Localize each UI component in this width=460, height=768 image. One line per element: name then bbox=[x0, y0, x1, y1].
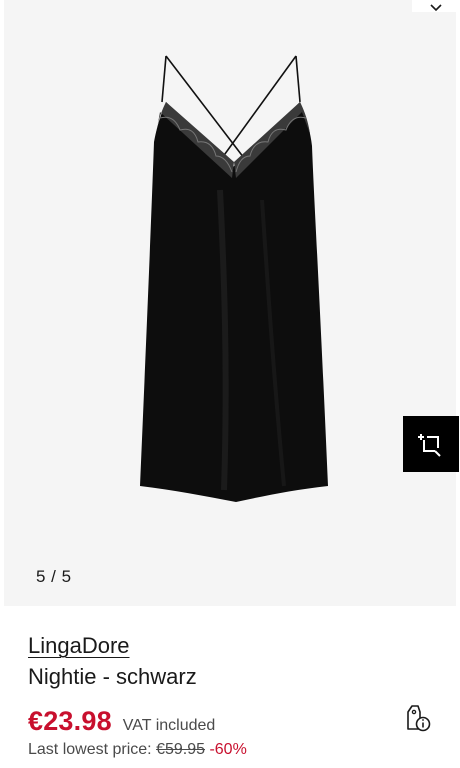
product-image[interactable] bbox=[124, 50, 344, 510]
price-tag-info-icon bbox=[407, 705, 431, 732]
product-info: LingaDore Nightie - schwarz €23.98 VAT i… bbox=[28, 630, 438, 759]
brand-link[interactable]: LingaDore bbox=[28, 630, 130, 662]
current-price: €23.98 bbox=[28, 706, 112, 736]
lowest-price-row: Last lowest price: €59.95 -60% bbox=[28, 741, 438, 759]
vat-note: VAT included bbox=[122, 717, 216, 734]
product-name: Nightie - schwarz bbox=[28, 664, 197, 689]
find-similar-button[interactable] bbox=[403, 416, 459, 472]
old-price: €59.95 bbox=[156, 741, 205, 758]
chevron-down-icon bbox=[430, 4, 442, 12]
crop-plus-icon bbox=[418, 434, 441, 457]
product-gallery[interactable]: 5 / 5 bbox=[4, 0, 456, 606]
lowest-price-label: Last lowest price: bbox=[28, 741, 152, 758]
discount-badge: -60% bbox=[209, 741, 247, 758]
price-row: €23.98 VAT included bbox=[28, 706, 438, 737]
price-info-button[interactable] bbox=[402, 702, 434, 734]
gallery-counter: 5 / 5 bbox=[36, 567, 72, 586]
gallery-top-button[interactable] bbox=[412, 0, 456, 12]
